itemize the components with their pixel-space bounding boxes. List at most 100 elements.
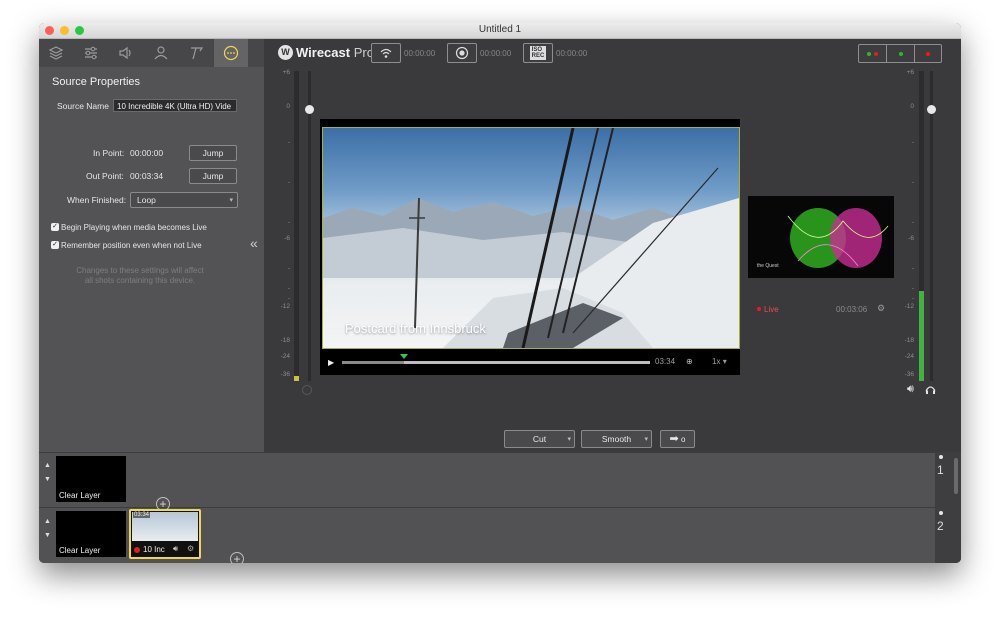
record-time: 00:00:00 [480,49,512,58]
gear-icon[interactable]: ⚙ [187,544,194,553]
source-name-label: Source Name [57,101,109,111]
right-audio-meter: +6 0 - - - -6 - - - -12 -18 -24 -36 [898,69,948,399]
layer-2-down-arrow[interactable]: ▼ [44,532,51,539]
add-shot-layer-2-button[interactable]: + [230,552,244,563]
right-volume-slider-thumb[interactable] [927,105,936,114]
broadcast-icon [380,48,392,58]
out-point-value[interactable]: 00:03:34 [130,171,163,181]
arrow-right-icon: ➡ [669,433,679,445]
tab-text[interactable] [179,39,213,67]
preview-video[interactable]: Postcard from Innsbruck [322,127,740,349]
when-finished-value: Loop [137,195,156,205]
panel-tab-bar [39,39,264,67]
user-icon [154,46,168,60]
headphone-icon[interactable] [302,385,312,395]
layers-top-divider [39,452,961,453]
scrubber-progress [342,361,404,364]
layers-panel: ▲ ▼ Clear Layer + 1 ▲ ▼ Clear Layer 03:3… [39,452,961,563]
layout-dual-button[interactable] [858,44,887,63]
iso-label-bottom: REC [531,53,545,59]
meter-tick: - [287,285,290,292]
layer-2-video-shot[interactable]: 03:34 10 Inc 🔊︎ ⚙ [129,509,201,559]
left-volume-slider-thumb[interactable] [305,105,314,114]
playhead-marker[interactable] [400,354,408,359]
text-icon [191,47,204,60]
play-button[interactable]: ▶ [328,358,334,367]
layer-2-dot-icon [939,511,943,515]
when-finished-select[interactable]: Loop ▾ [130,192,238,208]
meter-tick: - [287,179,290,186]
tab-more[interactable] [214,39,248,67]
source-properties-panel: Source Properties Source Name 10 Incredi… [39,39,264,452]
meter-tick: +6 [282,69,290,76]
meter-tick: 0 [910,103,914,110]
speaker-icon[interactable]: 🔊︎ [173,544,178,554]
layers-row-divider [39,507,961,508]
chevron-down-icon: ▾ [644,436,648,443]
shot-time: 03:34 [133,512,151,518]
tab-adjustments[interactable] [74,39,108,67]
layer-2-clear-shot[interactable]: Clear Layer [56,511,126,557]
out-point-jump-button[interactable]: Jump [189,168,237,184]
begin-playing-checkbox[interactable]: ✓ [51,223,59,231]
live-thumb-text: the Quest [757,263,779,269]
meter-tick: -36 [280,371,290,378]
when-finished-label: When Finished: [67,195,127,205]
source-name-field[interactable]: 10 Incredible 4K (Ultra HD) Vide [113,99,237,112]
layout-live-button[interactable] [914,44,942,63]
in-point-value[interactable]: 00:00:00 [130,148,163,158]
tab-audio[interactable] [109,39,143,67]
layer-1-up-arrow[interactable]: ▲ [44,462,51,469]
sliders-icon [85,46,97,60]
tab-layers[interactable] [39,39,73,67]
live-label: Live [764,305,779,314]
logo-brand: Wirecast [296,45,351,60]
meter-tick: - [911,295,914,302]
stream-button[interactable] [371,43,401,63]
record-button[interactable] [447,43,477,63]
speaker-icon[interactable]: 🔊︎ [907,383,914,396]
shot-label: 10 Inc [143,545,165,554]
playback-speed-select[interactable]: 1x ▾ [712,357,727,366]
zoom-icon[interactable]: ⊕ [686,357,693,366]
window-title: Untitled 1 [478,24,522,35]
go-button[interactable]: ➡ o [660,430,695,448]
meter-tick: +6 [906,69,914,76]
video-frame-scene [323,128,739,348]
title-bar: Untitled 1 [39,23,961,39]
in-point-jump-button[interactable]: Jump [189,145,237,161]
meter-tick: - [287,219,290,226]
layer-1-down-arrow[interactable]: ▼ [44,476,51,483]
layer-1-clear-shot[interactable]: Clear Layer [56,456,126,502]
wirecast-window: Untitled 1 Source Properties Source Name… [39,23,961,563]
clear-layer-label: Clear Layer [59,546,101,555]
tab-user[interactable] [144,39,178,67]
layer-1-dot-icon [939,455,943,459]
gear-icon[interactable]: ⚙ [877,303,885,314]
smooth-transition-select[interactable]: Smooth ▾ [581,430,652,448]
cut-transition-select[interactable]: Cut ▾ [504,430,575,448]
meter-tick: -18 [904,337,914,344]
layout-preview-button[interactable] [886,44,915,63]
remember-position-checkbox[interactable]: ✓ [51,241,59,249]
chevron-down-icon: ▾ [722,357,727,366]
cut-label: Cut [532,434,547,444]
layers-scrollbar[interactable] [954,458,958,494]
collapse-panel-icon[interactable]: « [250,235,258,251]
playback-speed-value: 1x [712,357,721,366]
iso-rec-icon: ISO REC [529,46,547,60]
meter-tick: - [911,219,914,226]
remember-position-label: Remember position even when not Live [61,241,202,250]
iso-record-button[interactable]: ISO REC [523,43,553,63]
layer-2-up-arrow[interactable]: ▲ [44,518,51,525]
out-point-label: Out Point: [86,171,124,181]
in-point-label: In Point: [93,148,125,158]
live-dot-icon [134,547,140,553]
clear-layer-label: Clear Layer [59,491,101,500]
headphones-icon[interactable] [925,384,936,398]
panel-title: Source Properties [52,76,141,88]
live-output-preview[interactable]: the Quest [748,196,894,278]
live-dot-icon [757,307,761,311]
video-caption: Postcard from Innsbruck [345,321,486,336]
meter-tick: -18 [280,337,290,344]
